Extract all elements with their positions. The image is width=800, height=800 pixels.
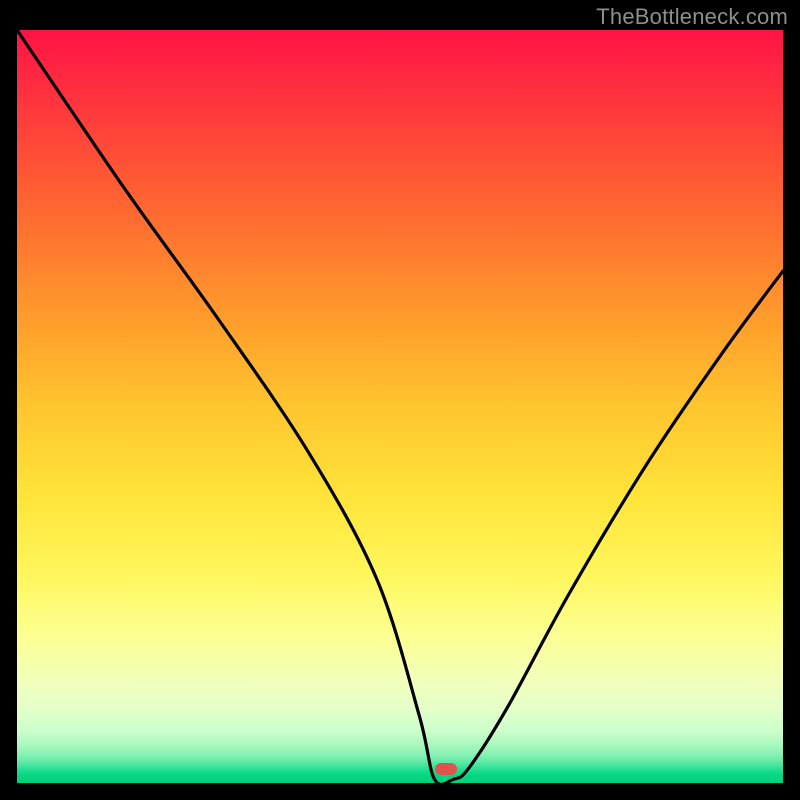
optimal-point-marker — [435, 763, 457, 775]
attribution-label: TheBottleneck.com — [596, 4, 788, 30]
plot-area — [17, 30, 783, 783]
bottleneck-curve — [17, 30, 783, 783]
chart-frame: TheBottleneck.com — [0, 0, 800, 800]
